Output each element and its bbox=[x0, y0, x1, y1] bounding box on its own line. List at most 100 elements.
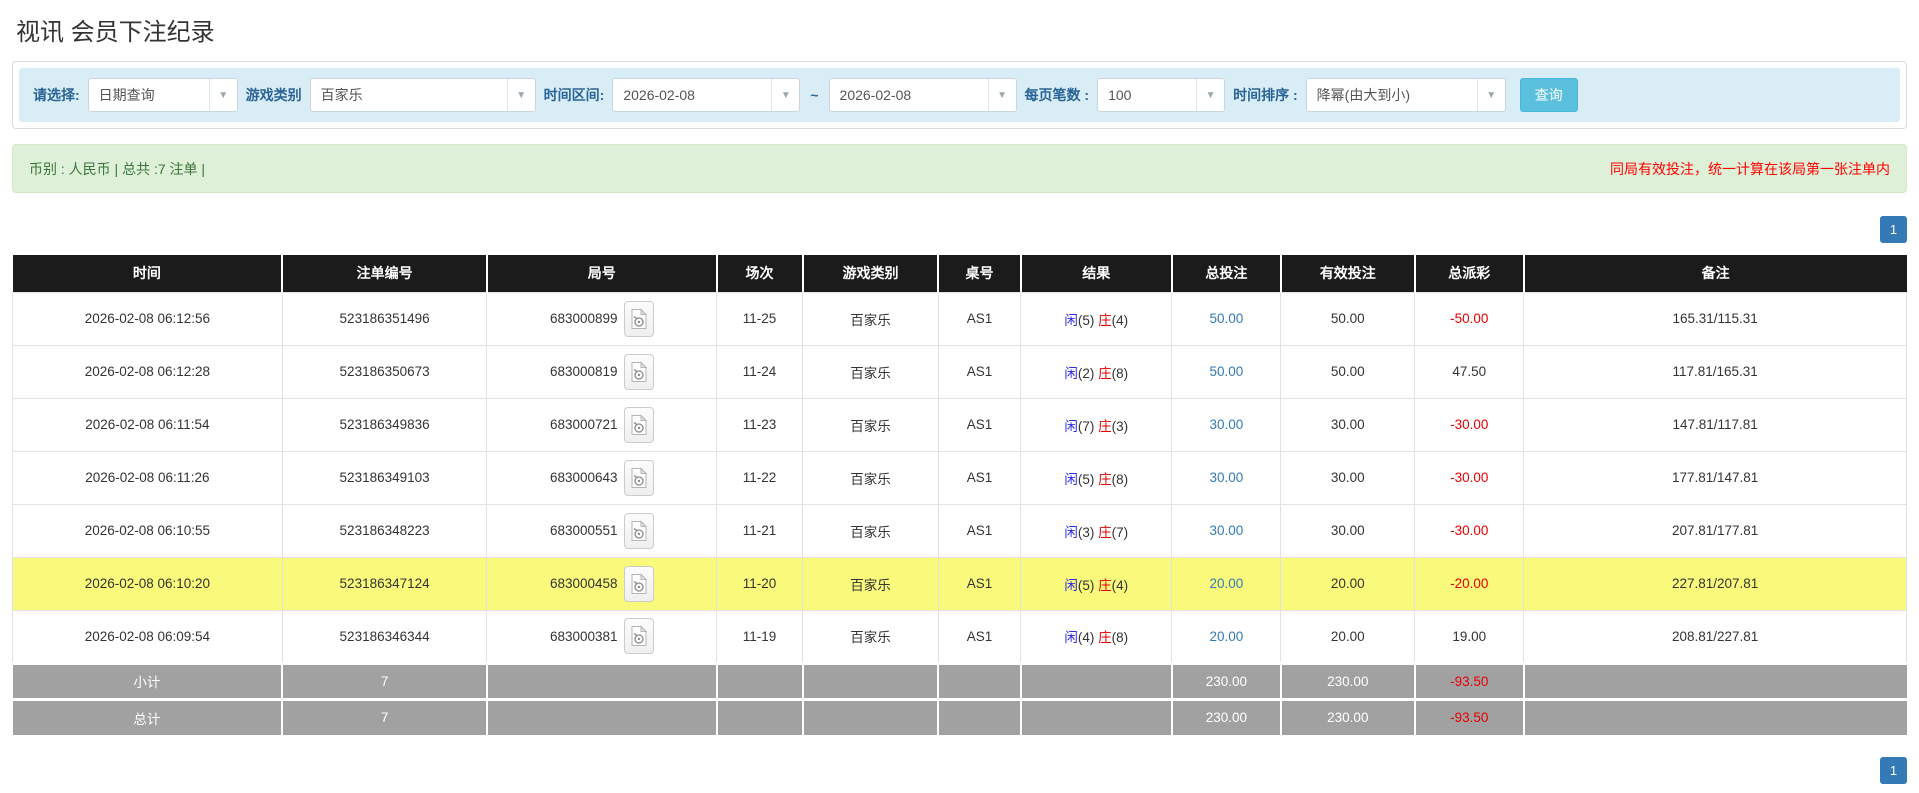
player-result-score: (7) bbox=[1078, 419, 1095, 434]
player-result-label: 闲 bbox=[1064, 578, 1078, 593]
table-header: 时间 注单编号 局号 场次 游戏类别 桌号 结果 总投注 有效投注 总派彩 备注 bbox=[13, 255, 1907, 292]
total-bet-link[interactable]: 30.00 bbox=[1209, 523, 1243, 538]
video-replay-icon[interactable] bbox=[624, 407, 654, 443]
search-button[interactable]: 查询 bbox=[1520, 78, 1578, 112]
session: 11-25 bbox=[717, 292, 803, 345]
session: 11-24 bbox=[717, 345, 803, 398]
total-bet-link[interactable]: 20.00 bbox=[1209, 576, 1243, 591]
game-type: 百家乐 bbox=[803, 557, 939, 610]
result-cell: 闲(5) 庄(4) bbox=[1021, 292, 1172, 345]
total-bet-link[interactable]: 30.00 bbox=[1209, 417, 1243, 432]
round-id-cell: 683000458 bbox=[487, 557, 717, 610]
result-cell: 闲(3) 庄(7) bbox=[1021, 504, 1172, 557]
total-bet-cell: 50.00 bbox=[1172, 292, 1281, 345]
video-replay-icon[interactable] bbox=[624, 460, 654, 496]
page-1-button[interactable]: 1 bbox=[1880, 757, 1907, 784]
table-no: AS1 bbox=[938, 451, 1020, 504]
note: 117.81/165.31 bbox=[1524, 345, 1907, 398]
round-id: 683000819 bbox=[550, 364, 618, 379]
time-sort-label: 时间排序 : bbox=[1233, 85, 1298, 105]
session: 11-23 bbox=[717, 398, 803, 451]
filter-bar: 请选择: 日期查询 ▼ 游戏类别 百家乐 ▼ 时间区间: 2026-02-08 … bbox=[19, 68, 1900, 122]
result-cell: 闲(5) 庄(8) bbox=[1021, 451, 1172, 504]
total-row: 总计 7 230.00 230.00 -93.50 bbox=[13, 699, 1907, 735]
col-bet-id: 注单编号 bbox=[282, 255, 487, 292]
pagination-top: 1 bbox=[12, 216, 1907, 243]
time-sort-value: 降幂(由大到小) bbox=[1307, 79, 1477, 111]
table-row: 2026-02-08 06:11:54 523186349836 6830007… bbox=[13, 398, 1907, 451]
query-type-select[interactable]: 日期查询 ▼ bbox=[88, 78, 238, 112]
player-result-score: (3) bbox=[1078, 525, 1095, 540]
valid-bet: 30.00 bbox=[1281, 504, 1415, 557]
round-id-cell: 683000721 bbox=[487, 398, 717, 451]
banker-result-score: (8) bbox=[1112, 366, 1129, 381]
round-id: 683000899 bbox=[550, 311, 618, 326]
table-row: 2026-02-08 06:09:54 523186346344 6830003… bbox=[13, 610, 1907, 663]
total-bet-cell: 30.00 bbox=[1172, 504, 1281, 557]
bet-id: 523186348223 bbox=[282, 504, 487, 557]
result-cell: 闲(7) 庄(3) bbox=[1021, 398, 1172, 451]
chevron-down-icon: ▼ bbox=[1196, 79, 1224, 111]
player-result-label: 闲 bbox=[1064, 366, 1078, 381]
video-replay-icon[interactable] bbox=[624, 566, 654, 602]
table-no: AS1 bbox=[938, 292, 1020, 345]
date-to-select[interactable]: 2026-02-08 ▼ bbox=[829, 78, 1017, 112]
total-bet-link[interactable]: 50.00 bbox=[1209, 364, 1243, 379]
bet-time: 2026-02-08 06:10:20 bbox=[13, 557, 283, 610]
table-row: 2026-02-08 06:10:20 523186347124 6830004… bbox=[13, 557, 1907, 610]
valid-bet: 20.00 bbox=[1281, 610, 1415, 663]
col-total-bet: 总投注 bbox=[1172, 255, 1281, 292]
valid-bet: 20.00 bbox=[1281, 557, 1415, 610]
bet-id: 523186346344 bbox=[282, 610, 487, 663]
video-replay-icon[interactable] bbox=[624, 618, 654, 654]
table-row: 2026-02-08 06:12:56 523186351496 6830008… bbox=[13, 292, 1907, 345]
valid-bet: 30.00 bbox=[1281, 451, 1415, 504]
col-game-type: 游戏类别 bbox=[803, 255, 939, 292]
valid-bet: 50.00 bbox=[1281, 292, 1415, 345]
payout: -30.00 bbox=[1415, 451, 1524, 504]
note: 227.81/207.81 bbox=[1524, 557, 1907, 610]
video-replay-icon[interactable] bbox=[624, 301, 654, 337]
round-id: 683000381 bbox=[550, 629, 618, 644]
note: 147.81/117.81 bbox=[1524, 398, 1907, 451]
note: 165.31/115.31 bbox=[1524, 292, 1907, 345]
game-type: 百家乐 bbox=[803, 292, 939, 345]
col-table-no: 桌号 bbox=[938, 255, 1020, 292]
col-valid-bet: 有效投注 bbox=[1281, 255, 1415, 292]
game-type-select[interactable]: 百家乐 ▼ bbox=[310, 78, 536, 112]
date-from-select[interactable]: 2026-02-08 ▼ bbox=[612, 78, 800, 112]
bet-id: 523186350673 bbox=[282, 345, 487, 398]
page-size-label: 每页笔数 : bbox=[1025, 85, 1090, 105]
chevron-down-icon: ▼ bbox=[507, 79, 535, 111]
page-size-select[interactable]: 100 ▼ bbox=[1097, 78, 1225, 112]
table-no: AS1 bbox=[938, 610, 1020, 663]
page-1-button[interactable]: 1 bbox=[1880, 216, 1907, 243]
round-id: 683000551 bbox=[550, 523, 618, 538]
total-bet-link[interactable]: 20.00 bbox=[1209, 629, 1243, 644]
summary-bar: 币别 : 人民币 | 总共 :7 注单 | 同局有效投注，统一计算在该局第一张注… bbox=[12, 144, 1907, 193]
subtotal-valid-bet: 230.00 bbox=[1281, 663, 1415, 699]
total-bet-link[interactable]: 50.00 bbox=[1209, 311, 1243, 326]
player-result-score: (5) bbox=[1078, 472, 1095, 487]
round-id-cell: 683000551 bbox=[487, 504, 717, 557]
bet-id: 523186347124 bbox=[282, 557, 487, 610]
note: 177.81/147.81 bbox=[1524, 451, 1907, 504]
total-total-bet: 230.00 bbox=[1172, 699, 1281, 735]
video-replay-icon[interactable] bbox=[624, 513, 654, 549]
valid-bet-note: 同局有效投注，统一计算在该局第一张注单内 bbox=[1610, 159, 1890, 179]
player-result-label: 闲 bbox=[1064, 472, 1078, 487]
bet-time: 2026-02-08 06:10:55 bbox=[13, 504, 283, 557]
subtotal-payout: -93.50 bbox=[1415, 663, 1524, 699]
table-row: 2026-02-08 06:10:55 523186348223 6830005… bbox=[13, 504, 1907, 557]
video-replay-icon[interactable] bbox=[624, 354, 654, 390]
round-id-cell: 683000819 bbox=[487, 345, 717, 398]
total-valid-bet: 230.00 bbox=[1281, 699, 1415, 735]
currency-summary-text: 币别 : 人民币 | 总共 :7 注单 | bbox=[29, 159, 205, 179]
col-time: 时间 bbox=[13, 255, 283, 292]
total-bet-link[interactable]: 30.00 bbox=[1209, 470, 1243, 485]
session: 11-20 bbox=[717, 557, 803, 610]
banker-result-score: (4) bbox=[1112, 313, 1129, 328]
player-result-score: (5) bbox=[1078, 313, 1095, 328]
time-sort-select[interactable]: 降幂(由大到小) ▼ bbox=[1306, 78, 1506, 112]
banker-result-score: (4) bbox=[1112, 578, 1129, 593]
